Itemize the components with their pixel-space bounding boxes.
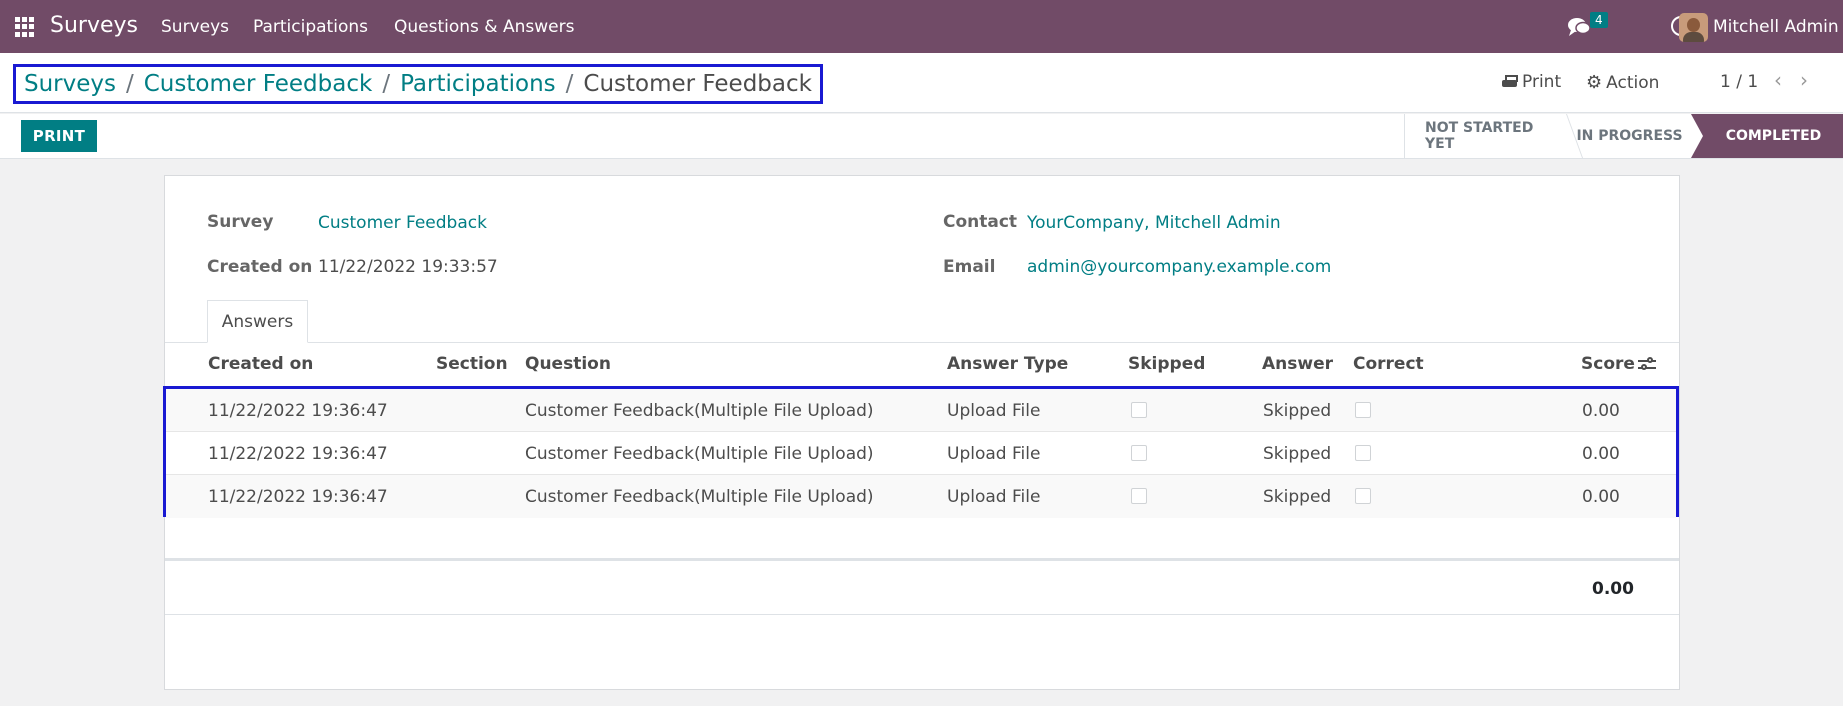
cell-answer-type: Upload File xyxy=(947,487,1041,507)
breadcrumb: Surveys / Customer Feedback / Participat… xyxy=(13,64,823,104)
top-navbar: Surveys Surveys Participations Questions… xyxy=(0,0,1843,53)
skipped-checkbox xyxy=(1131,402,1147,418)
skipped-checkbox xyxy=(1131,488,1147,504)
col-answer[interactable]: Answer xyxy=(1262,354,1333,374)
correct-checkbox xyxy=(1355,445,1371,461)
correct-checkbox xyxy=(1355,488,1371,504)
email-value-link[interactable]: admin@yourcompany.example.com xyxy=(1027,257,1331,277)
col-question[interactable]: Question xyxy=(525,354,611,374)
col-skipped[interactable]: Skipped xyxy=(1128,354,1205,374)
chat-icon[interactable] xyxy=(1568,17,1590,37)
cell-answer-type: Upload File xyxy=(947,444,1041,464)
pager-value[interactable]: 1 / 1 xyxy=(1720,72,1758,92)
app-name[interactable]: Surveys xyxy=(50,13,138,38)
contact-label: Contact xyxy=(943,212,1018,232)
stage-in-progress[interactable]: IN PROGRESS xyxy=(1556,114,1703,158)
answer-rows: 11/22/2022 19:36:47 Customer Feedback(Mu… xyxy=(163,386,1679,518)
cell-score: 0.00 xyxy=(1582,444,1620,464)
print-dropdown-button[interactable]: Print xyxy=(1502,72,1561,92)
printer-icon xyxy=(1502,75,1518,89)
gear-icon: ⚙ xyxy=(1586,72,1603,93)
stage-completed[interactable]: COMPLETED xyxy=(1691,114,1843,158)
skipped-checkbox xyxy=(1131,445,1147,461)
print-label: Print xyxy=(1522,72,1562,92)
correct-checkbox xyxy=(1355,402,1371,418)
cell-score: 0.00 xyxy=(1582,401,1620,421)
stage-not-started[interactable]: NOT STARTED YET xyxy=(1405,114,1556,158)
cell-answer: Skipped xyxy=(1263,401,1332,421)
cell-answer-type: Upload File xyxy=(947,401,1041,421)
total-score: 0.00 xyxy=(1592,579,1634,599)
menu-questions-answers[interactable]: Questions & Answers xyxy=(394,17,574,37)
table-row[interactable]: 11/22/2022 19:36:47 Customer Feedback(Mu… xyxy=(166,432,1676,475)
message-count-badge: 4 xyxy=(1590,12,1608,28)
cell-question: Customer Feedback(Multiple File Upload) xyxy=(525,487,874,507)
chevron-left-icon[interactable]: ‹ xyxy=(1774,68,1782,92)
action-label: Action xyxy=(1606,72,1660,93)
col-section[interactable]: Section xyxy=(436,354,508,374)
cell-answer: Skipped xyxy=(1263,444,1332,464)
statusbar: PRINT NOT STARTED YET IN PROGRESS COMPLE… xyxy=(0,114,1843,159)
breadcrumb-customer-feedback[interactable]: Customer Feedback xyxy=(144,71,373,97)
created-on-label: Created on xyxy=(207,257,313,277)
survey-value-link[interactable]: Customer Feedback xyxy=(318,213,487,233)
menu-participations[interactable]: Participations xyxy=(253,17,368,37)
table-footer: 0.00 xyxy=(165,562,1679,615)
col-score[interactable]: Score xyxy=(1581,354,1635,374)
breadcrumb-current: Customer Feedback xyxy=(583,71,812,97)
col-created-on[interactable]: Created on xyxy=(208,354,313,374)
optional-columns-icon[interactable] xyxy=(1638,356,1656,372)
table-header: Created on Section Question Answer Type … xyxy=(165,343,1679,386)
breadcrumb-separator: / xyxy=(565,71,574,97)
email-label: Email xyxy=(943,257,996,277)
cell-question: Customer Feedback(Multiple File Upload) xyxy=(525,401,874,421)
cell-question: Customer Feedback(Multiple File Upload) xyxy=(525,444,874,464)
col-answer-type[interactable]: Answer Type xyxy=(947,354,1068,374)
stage-selector: NOT STARTED YET IN PROGRESS COMPLETED xyxy=(1404,114,1843,158)
user-avatar[interactable] xyxy=(1679,13,1708,42)
contact-value-link[interactable]: YourCompany, Mitchell Admin xyxy=(1027,213,1281,233)
action-dropdown-button[interactable]: ⚙ Action xyxy=(1586,72,1659,93)
control-panel: Surveys / Customer Feedback / Participat… xyxy=(0,53,1843,113)
user-name[interactable]: Mitchell Admin xyxy=(1713,17,1839,37)
empty-row xyxy=(165,518,1679,561)
cell-created-on: 11/22/2022 19:36:47 xyxy=(208,487,388,507)
breadcrumb-surveys[interactable]: Surveys xyxy=(24,71,116,97)
created-on-value: 11/22/2022 19:33:57 xyxy=(318,257,498,277)
table-row[interactable]: 11/22/2022 19:36:47 Customer Feedback(Mu… xyxy=(166,475,1676,518)
tab-answers[interactable]: Answers xyxy=(207,300,308,343)
cell-created-on: 11/22/2022 19:36:47 xyxy=(208,401,388,421)
survey-label: Survey xyxy=(207,212,274,232)
cell-created-on: 11/22/2022 19:36:47 xyxy=(208,444,388,464)
table-row[interactable]: 11/22/2022 19:36:47 Customer Feedback(Mu… xyxy=(166,389,1676,432)
cell-answer: Skipped xyxy=(1263,487,1332,507)
app-grid-icon[interactable] xyxy=(15,17,35,37)
menu-surveys[interactable]: Surveys xyxy=(161,17,229,37)
print-button[interactable]: PRINT xyxy=(21,120,97,152)
col-correct[interactable]: Correct xyxy=(1353,354,1424,374)
breadcrumb-separator: / xyxy=(126,71,134,97)
cell-score: 0.00 xyxy=(1582,487,1620,507)
breadcrumb-participations[interactable]: Participations xyxy=(400,71,556,97)
chevron-right-icon[interactable]: › xyxy=(1800,68,1808,92)
form-sheet: Survey Customer Feedback Created on 11/2… xyxy=(163,175,1680,690)
breadcrumb-separator: / xyxy=(382,71,391,97)
